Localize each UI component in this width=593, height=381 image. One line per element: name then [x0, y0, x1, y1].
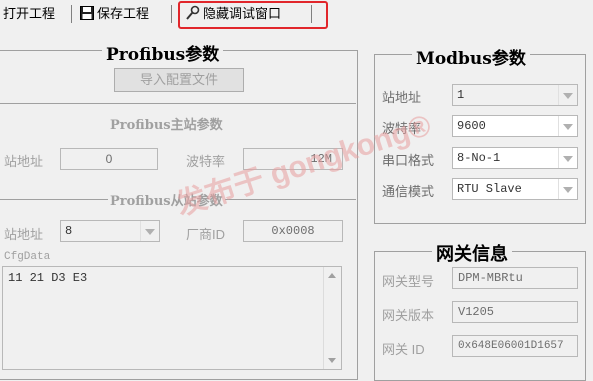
gateway-version-label: 网关版本 [382, 308, 435, 323]
import-config-button[interactable]: 导入配置文件 [114, 68, 244, 92]
slave-address-select[interactable]: 8 [60, 220, 160, 242]
gateway-title: 网关信息 [432, 240, 512, 266]
chevron-down-icon[interactable] [558, 148, 577, 168]
open-project-label: 打开工程 [3, 6, 56, 21]
profibus-master-title: Profibus主站参数 [108, 114, 225, 133]
save-project-label: 保存工程 [97, 6, 150, 21]
modbus-baud-select[interactable]: 9600 [452, 115, 578, 137]
gateway-id-label: 网关 ID [382, 342, 425, 357]
floppy-disk-icon [80, 6, 94, 20]
cfgdata-label: CfgData [4, 251, 51, 263]
modbus-address-value: 1 [457, 88, 465, 102]
vendor-id-label: 厂商ID [186, 227, 226, 242]
master-address-label: 站地址 [4, 154, 44, 169]
chevron-down-icon[interactable] [558, 179, 577, 199]
scrollbar[interactable] [323, 267, 341, 369]
modbus-baud-value: 9600 [457, 119, 486, 133]
comm-mode-label: 通信模式 [382, 184, 435, 199]
vendor-id-field[interactable]: 0x0008 [243, 220, 343, 242]
slave-address-value: 8 [65, 224, 73, 238]
comm-mode-value: RTU Slave [457, 182, 522, 196]
profibus-title: Profibus参数 [102, 40, 224, 65]
slave-address-label: 站地址 [4, 227, 44, 242]
comm-mode-select[interactable]: RTU Slave [452, 178, 578, 200]
gateway-id-field[interactable]: 0x648E06001D1657 [452, 335, 578, 357]
save-project-button[interactable]: 保存工程 [80, 4, 149, 24]
gateway-model-field[interactable]: DPM-MBRtu [452, 267, 578, 289]
chevron-down-icon[interactable] [140, 221, 159, 241]
modbus-title: Modbus参数 [412, 44, 530, 69]
scroll-down-icon[interactable] [328, 358, 336, 363]
master-address-field[interactable]: 0 [60, 148, 158, 170]
cfgdata-textarea[interactable]: 11 21 D3 E3 [2, 266, 342, 370]
gateway-version-field[interactable]: V1205 [452, 301, 578, 323]
toolbar-divider [171, 5, 172, 23]
import-config-label: 导入配置文件 [139, 72, 218, 87]
serial-format-value: 8-No-1 [457, 151, 501, 165]
gateway-model-label: 网关型号 [382, 274, 435, 289]
open-project-button[interactable]: 打开工程 [3, 4, 55, 24]
chevron-down-icon[interactable] [558, 85, 577, 105]
highlight-box [178, 1, 328, 29]
serial-format-select[interactable]: 8-No-1 [452, 147, 578, 169]
divider [0, 103, 356, 104]
toolbar: 打开工程 保存工程 隐藏调试窗口 [0, 0, 593, 29]
toolbar-divider [71, 5, 72, 23]
scroll-up-icon[interactable] [328, 273, 336, 278]
modbus-address-select[interactable]: 1 [452, 84, 578, 106]
chevron-down-icon[interactable] [558, 116, 577, 136]
cfgdata-value: 11 21 D3 E3 [8, 271, 88, 285]
